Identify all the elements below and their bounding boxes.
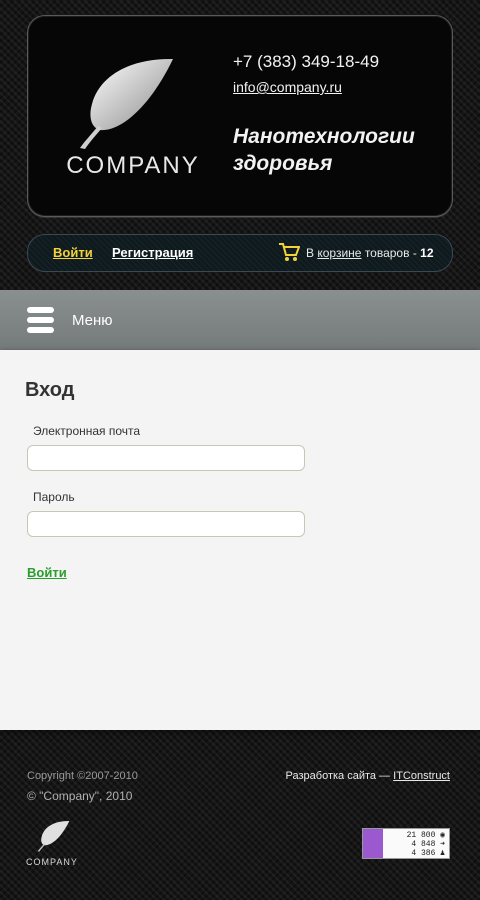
- footer-leaf-icon: [37, 821, 70, 852]
- developer-prefix: Разработка сайта —: [285, 770, 391, 782]
- header-slogan: Нанотехнологии здоровья: [233, 123, 443, 177]
- header-email-link[interactable]: info@company.ru: [233, 79, 342, 95]
- email-label: Электронная почта: [33, 424, 141, 438]
- developer-link[interactable]: ITConstruct: [393, 770, 450, 782]
- copyright-company: © "Company", 2010: [27, 789, 133, 803]
- cart-summary: В корзине товаров - 12: [306, 246, 434, 260]
- email-field[interactable]: [27, 445, 305, 471]
- visitor-counter[interactable]: 21 800 ◉ 4 848 ➜ 4 386 ♟: [362, 828, 450, 859]
- login-link[interactable]: Войти: [53, 245, 93, 260]
- menu-label[interactable]: Меню: [72, 312, 113, 329]
- page-title: Вход: [25, 379, 75, 401]
- header-phone: +7 (383) 349-18-49: [233, 52, 380, 71]
- counter-row-3: 4 386 ♟: [411, 849, 445, 858]
- header-card: COMPANY +7 (383) 349-18-49 info@company.…: [27, 15, 453, 217]
- hamburger-menu-icon[interactable]: [27, 307, 54, 333]
- footer-logo[interactable]: COMPANY: [26, 820, 78, 868]
- leaf-logo-icon[interactable]: [78, 56, 178, 150]
- password-label: Пароль: [33, 490, 75, 504]
- cart-icon[interactable]: [278, 242, 300, 262]
- footer-company-name: COMPANY: [26, 857, 78, 867]
- copyright-years: Copyright ©2007-2010: [27, 770, 138, 782]
- developer-credit: Разработка сайта — ITConstruct: [286, 770, 450, 782]
- user-bar: Войти Регистрация В корзине товаров - 12: [27, 234, 453, 272]
- slogan-line-2: здоровья: [233, 152, 333, 175]
- cart-prefix: В: [306, 246, 315, 260]
- cart-link[interactable]: корзине: [317, 246, 361, 260]
- cart-count: 12: [420, 246, 434, 260]
- slogan-line-1: Нанотехнологии: [233, 125, 415, 148]
- menu-bar[interactable]: Меню: [0, 290, 480, 350]
- company-name: COMPANY: [66, 152, 200, 179]
- register-link[interactable]: Регистрация: [112, 245, 193, 260]
- submit-login-link[interactable]: Войти: [27, 565, 67, 580]
- password-field[interactable]: [27, 511, 305, 537]
- counter-chart-icon: [363, 829, 383, 858]
- main-content: Вход Электронная почта Пароль Войти: [0, 350, 480, 730]
- cart-suffix: товаров -: [364, 246, 417, 260]
